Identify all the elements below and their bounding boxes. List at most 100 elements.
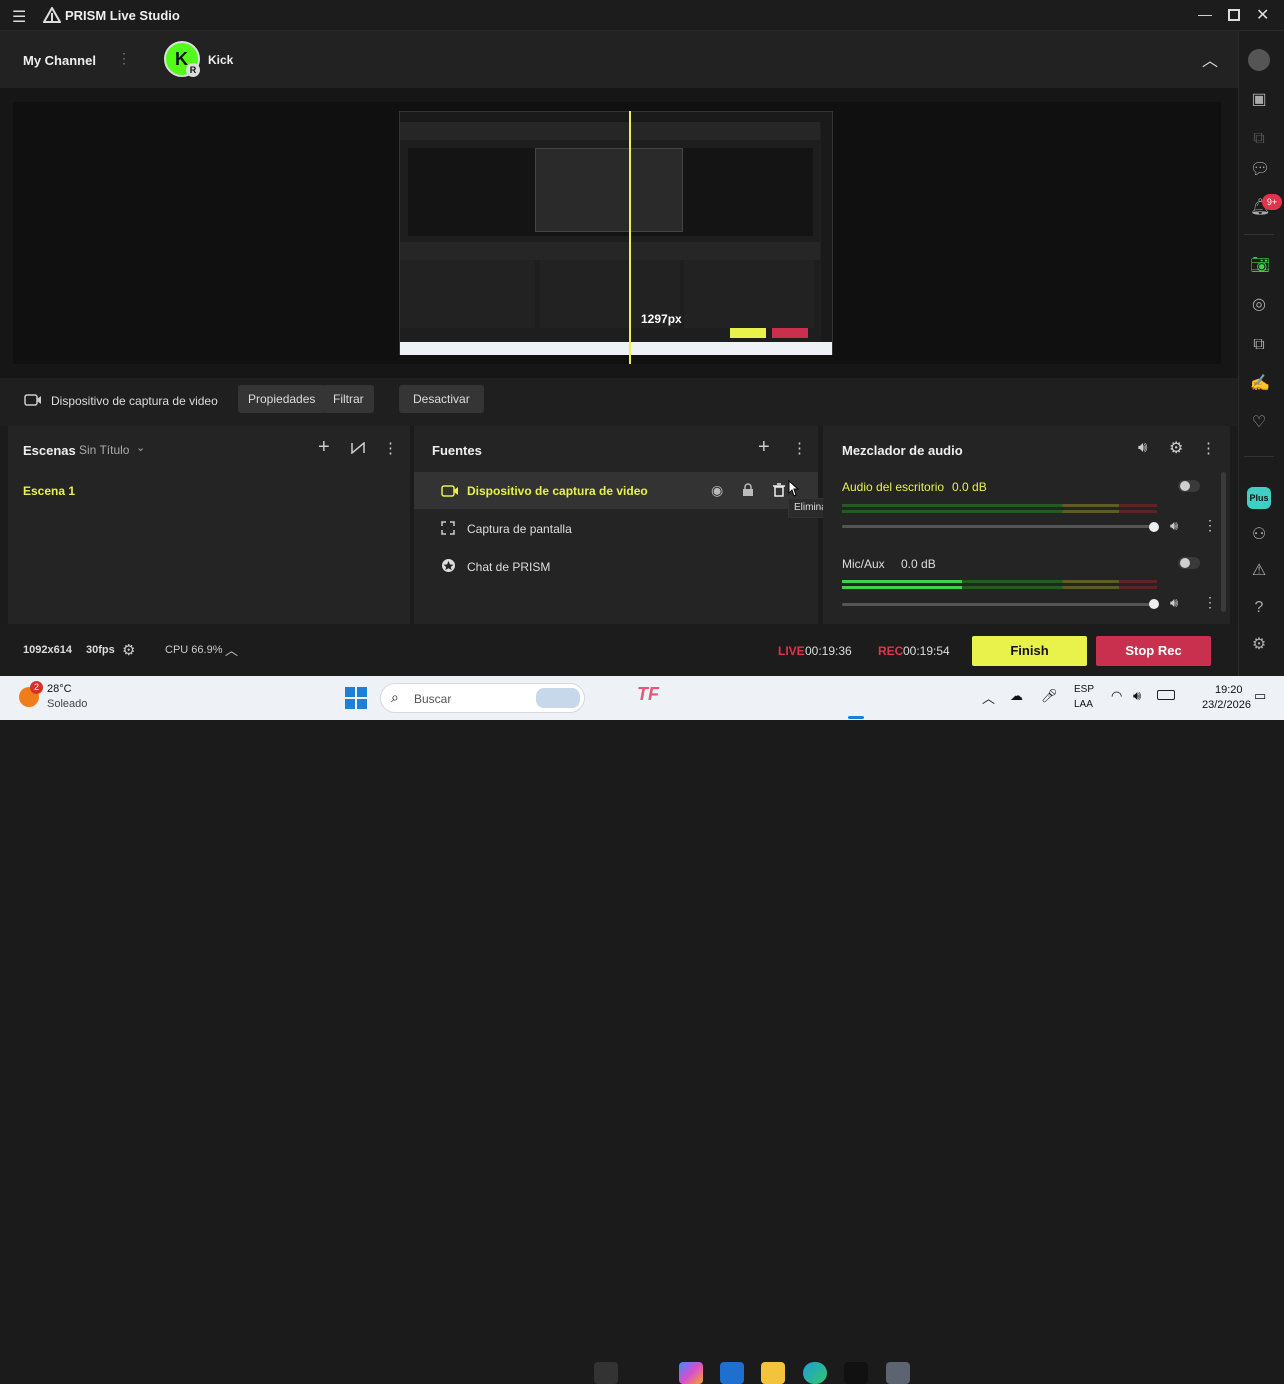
close-button[interactable]: ✕ [1256,5,1269,25]
recording-badge: R [186,63,200,77]
add-source-icon[interactable]: + [758,436,770,459]
sidebar-divider [1244,456,1274,457]
wifi-icon[interactable]: ◠ [1111,688,1122,704]
channel-more-icon[interactable]: ⋮ [117,50,131,67]
audio-mixer-panel: Mezclador de audio 🔊︎ ⚙ ⋮ Audio del escr… [823,426,1230,624]
clock-date[interactable]: 23/2/2026 [1202,699,1251,711]
scene-item[interactable]: Escena 1 [23,484,75,498]
selected-source-label: Dispositivo de captura de video [51,394,218,408]
speaker-icon[interactable]: 🔊︎ [1138,439,1147,456]
lock-icon[interactable] [742,483,754,497]
mixer-title: Mezclador de audio [842,443,963,458]
store-icon[interactable] [720,1362,744,1384]
volume-icon[interactable]: 🔊︎ [1133,688,1141,704]
copilot-icon[interactable] [679,1362,703,1384]
layout-icon[interactable]: ▣ [1250,91,1268,109]
drawing-icon[interactable]: ✍ [1250,375,1270,393]
chevron-up-icon[interactable]: ︿ [982,688,995,707]
track-db: 0.0 dB [952,480,987,494]
rec-timer: 00:19:54 [903,644,950,658]
level-meter [842,586,1157,589]
platform-name: Kick [208,53,234,67]
plus-button[interactable]: Plus [1247,487,1271,509]
minimize-button[interactable]: — [1198,6,1212,22]
hamburger-menu-icon[interactable]: ☰ [12,7,26,27]
volume-slider[interactable] [842,603,1157,606]
mixer-more-icon[interactable]: ⋮ [1201,439,1216,457]
visibility-eye-icon[interactable]: ◉ [711,482,723,499]
task-view-icon[interactable] [594,1362,618,1384]
chevron-up-icon[interactable]: ︿ [225,640,238,659]
cpu-label: CPU 66.9% [165,644,223,656]
windows-start-icon[interactable] [345,687,367,709]
file-explorer-icon[interactable] [761,1362,785,1384]
volume-slider-knob[interactable] [1149,599,1159,609]
sidebar-divider [1244,234,1274,235]
live-label: LIVE [778,644,805,658]
deactivate-button[interactable]: Desactivar [399,385,484,413]
people-icon[interactable]: ⚇ [1250,526,1268,544]
track-toggle[interactable] [1178,480,1200,492]
sources-more-icon[interactable]: ⋮ [792,439,807,457]
scene-collection-dropdown[interactable]: Sin Título [79,443,129,457]
filter-button[interactable]: Filtrar [323,385,374,413]
source-item-label[interactable]: Captura de pantalla [467,522,572,536]
alert-icon[interactable]: ⚠ [1250,562,1268,580]
scenes-title: Escenas [23,443,76,458]
microphone-icon[interactable]: 🎤︎ [1041,688,1058,704]
collapse-chevron-icon[interactable]: ︿ [1202,47,1218,71]
taskbar-search[interactable]: ⌕ Buscar [380,683,585,713]
input-layout[interactable]: LAA [1074,699,1093,710]
mixer-scrollbar[interactable] [1221,472,1226,612]
mute-speaker-icon[interactable]: 🔊︎ [1170,518,1178,534]
multiview-icon[interactable]: ⧉ [1250,130,1268,148]
help-icon[interactable]: ? [1250,599,1268,617]
track-more-icon[interactable]: ⋮ [1203,594,1217,611]
chat-bubble-icon[interactable]: 💬︎ [1250,161,1270,179]
volume-slider[interactable] [842,525,1157,528]
kick-avatar[interactable]: K R [164,41,200,77]
maximize-button[interactable] [1228,9,1240,21]
prism-taskbar-icon[interactable] [844,1362,868,1384]
level-meter [842,580,1157,583]
track-more-icon[interactable]: ⋮ [1203,517,1217,534]
battery-icon[interactable] [1157,690,1175,700]
scene-copy-icon[interactable]: ⧉ [1250,336,1268,354]
network-cloud-icon[interactable]: ☁ [1010,688,1023,704]
chevron-down-icon[interactable]: ⌄ [136,441,145,454]
add-scene-icon[interactable]: + [318,436,330,459]
camera-app-icon[interactable] [886,1362,910,1384]
finish-button[interactable]: Finish [972,636,1087,666]
gear-icon[interactable]: ⚙ [1169,438,1183,458]
virtual-camera-icon[interactable]: ◎ [1250,296,1268,314]
input-language[interactable]: ESP [1074,684,1094,695]
heart-icon[interactable]: ♡ [1250,414,1268,432]
track-toggle[interactable] [1178,557,1200,569]
app-tf-icon[interactable]: TF [637,684,659,705]
properties-button[interactable]: Propiedades [238,385,326,413]
notifications-icon[interactable]: ▭ [1254,688,1266,704]
fullscreen-icon [441,521,455,535]
settings-gear-icon[interactable]: ⚙ [122,641,135,659]
mute-speaker-icon[interactable]: 🔊︎ [1170,595,1178,611]
windows-taskbar: 2 28°C Soleado ⌕ Buscar TF ︿ ☁ 🎤︎ ESP LA… [0,676,1284,1384]
search-highlight-image [536,688,580,708]
clock-time[interactable]: 19:20 [1215,684,1243,696]
volume-slider-knob[interactable] [1149,522,1159,532]
source-item-label[interactable]: Chat de PRISM [467,560,550,574]
scenes-more-icon[interactable]: ⋮ [383,439,398,457]
level-meter-fill [842,580,962,583]
weather-desc: Soleado [47,698,88,710]
active-app-indicator [848,716,864,719]
search-placeholder: Buscar [414,692,452,706]
camera-effects-icon[interactable]: 📷︎ [1250,257,1270,275]
resolution-label: 1092x614 [23,644,72,656]
live-timer: 00:19:36 [805,644,852,658]
track-db: 0.0 dB [901,557,936,571]
trash-icon[interactable] [772,483,786,497]
settings-icon[interactable]: ⚙ [1250,636,1268,654]
stop-rec-button[interactable]: Stop Rec [1096,636,1211,666]
user-avatar[interactable] [1248,49,1270,71]
edge-browser-icon[interactable] [803,1362,827,1384]
transition-icon[interactable] [351,442,365,454]
